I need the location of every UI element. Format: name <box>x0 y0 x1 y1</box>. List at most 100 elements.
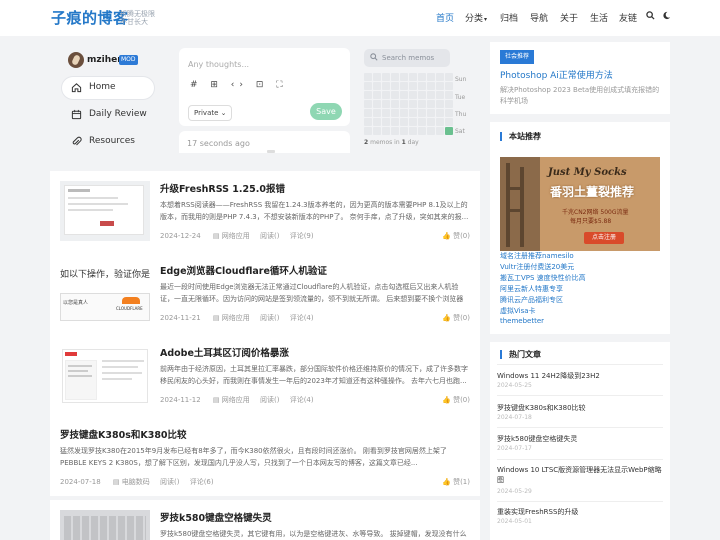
search-icon[interactable] <box>644 9 656 23</box>
heatmap-cell <box>382 100 390 108</box>
heatmap-cell <box>382 127 390 135</box>
post-category[interactable]: 网络应用 <box>222 396 250 404</box>
heatmap-cell <box>364 82 372 90</box>
heatmap-cell <box>427 91 435 99</box>
post-card[interactable]: 如以下操作，验证你是真 以您是真人 CLOUDFLARE Edge浏览器Clou… <box>50 253 480 335</box>
search-memos-input[interactable]: Search memos <box>364 49 450 67</box>
post-comments[interactable]: 评论(9) <box>290 232 314 240</box>
memos-menu-home[interactable]: Home <box>62 77 154 99</box>
day-label: Sun <box>455 76 467 83</box>
heatmap-cell <box>436 118 444 126</box>
scroll-handle[interactable] <box>267 150 275 153</box>
post-card[interactable]: 升级FreshRSS 1.25.0报错 本想着RSS阅读器——FreshRSS … <box>50 171 480 253</box>
post-meta: 2024-11-12 ▤ 网络应用 阅读() 评论(4) <box>160 396 314 404</box>
sidebar-link[interactable]: 腾讯云产品福利专区 <box>500 295 563 305</box>
post-comments[interactable]: 评论(4) <box>290 314 314 322</box>
nav-friends[interactable]: 友链 <box>619 11 637 24</box>
post-title[interactable]: 罗技k580键盘空格键失灵 <box>160 510 272 524</box>
nav-about[interactable]: 关于 <box>560 11 578 24</box>
heatmap-cell <box>418 91 426 99</box>
like-button[interactable]: 👍 赞(0) <box>442 395 470 405</box>
post-meta: 2024-07-18 ▤ 电脑数码 阅读() 评论(6) <box>60 478 214 486</box>
heatmap-cell <box>445 127 453 135</box>
widget-title: 本站推荐 <box>500 132 541 141</box>
post-meta: 2024-11-21 ▤ 网络应用 阅读() 评论(4) <box>160 314 314 322</box>
ad-description: 解决Photoshop 2023 Beta使用创成式填充报错的科学机场 <box>500 86 660 105</box>
hot-post-date: 2024-05-25 <box>497 382 532 389</box>
post-thumbnail[interactable] <box>60 181 150 241</box>
editor-toolbar[interactable]: # ⊞ ‹› ⊡ ⛶ <box>190 80 288 90</box>
moon-icon[interactable] <box>660 9 672 23</box>
post-category[interactable]: 电脑数码 <box>122 478 150 486</box>
heatmap-cell <box>436 73 444 81</box>
memos-menu-daily-review[interactable]: Daily Review <box>62 104 154 126</box>
role-badge: MOD <box>119 55 138 65</box>
save-button[interactable]: Save <box>310 103 342 120</box>
heatmap-cell <box>400 118 408 126</box>
day-label: Thu <box>455 111 467 118</box>
post-comments[interactable]: 评论(6) <box>190 478 214 486</box>
day-label: Sat <box>455 128 465 135</box>
nav-archive[interactable]: 归档 <box>500 11 518 24</box>
site-logo[interactable]: 子痕的博客 <box>51 7 129 28</box>
heatmap-cell <box>382 82 390 90</box>
heatmap-cell <box>364 127 372 135</box>
post-comments[interactable]: 评论(4) <box>290 396 314 404</box>
post-title[interactable]: Edge浏览器Cloudflare循环人机验证 <box>160 263 327 277</box>
post-card[interactable]: 罗技k580键盘空格键失灵 罗技k580键盘空格键失灵，其它键有用，以为是空格键… <box>50 500 480 540</box>
heatmap-cell <box>373 73 381 81</box>
post-category[interactable]: 网络应用 <box>222 232 250 240</box>
like-button[interactable]: 👍 赞(1) <box>442 477 470 487</box>
hot-post-link[interactable]: Windows 11 24H2降级到23H2 <box>497 371 663 381</box>
sidebar-link[interactable]: themebetter <box>500 317 544 325</box>
post-title[interactable]: 罗技键盘K380s和K380比较 <box>60 427 187 441</box>
heatmap-cell <box>373 91 381 99</box>
memo-input[interactable]: Any thoughts... <box>188 60 249 69</box>
day-label: Tue <box>455 94 466 101</box>
hot-post-link[interactable]: 罗技键盘K380s和K380比较 <box>497 403 663 413</box>
heatmap-cell <box>391 118 399 126</box>
sidebar-link[interactable]: 虚拟Visa卡 <box>500 306 536 316</box>
heatmap-cell <box>382 73 390 81</box>
post-card[interactable]: Adobe土耳其区订阅价格暴涨 前两年由于经济原因，土耳其里拉汇率暴跌，部分国际… <box>50 335 480 417</box>
nav-home[interactable]: 首页 <box>436 11 454 24</box>
post-meta: 2024-12-24 ▤ 网络应用 阅读() 评论(9) <box>160 232 314 240</box>
nav-category[interactable]: 分类▾ <box>465 11 487 24</box>
sidebar-link[interactable]: 阿里云新人特惠专享 <box>500 284 563 294</box>
post-thumbnail[interactable] <box>60 345 150 405</box>
post-thumbnail[interactable]: 如以下操作，验证你是真 以您是真人 CLOUDFLARE <box>60 263 150 323</box>
post-title[interactable]: Adobe土耳其区订阅价格暴涨 <box>160 345 289 359</box>
heatmap-cell <box>364 109 372 117</box>
hot-posts-widget: 热门文章 Windows 11 24H2降级到23H2 2024-05-25 罗… <box>490 342 670 540</box>
post-title[interactable]: 升级FreshRSS 1.25.0报错 <box>160 181 285 195</box>
sidebar-link[interactable]: 域名注册推荐namesilo <box>500 251 574 261</box>
memos-menu-resources[interactable]: Resources <box>62 131 154 153</box>
nav-guide[interactable]: 导航 <box>530 11 548 24</box>
ad-title-link[interactable]: Photoshop Ai正常使用方法 <box>500 68 613 81</box>
hot-post-link[interactable]: 重装实现FreshRSS的升级 <box>497 507 663 517</box>
calendar-icon <box>70 109 82 121</box>
sidebar-link[interactable]: 搬瓦工VPS 速度快性价比高 <box>500 273 586 283</box>
privacy-select[interactable]: Private ⌄ <box>188 105 232 121</box>
post-category[interactable]: 网络应用 <box>222 314 250 322</box>
heatmap-cell <box>364 100 372 108</box>
post-card[interactable]: 罗技键盘K380s和K380比较 猛然发现罗技K380在2015年9月发布已经有… <box>50 417 480 496</box>
sidebar-link[interactable]: Vultr注册付费送20美元 <box>500 262 574 272</box>
site-header: 子痕的博客 折腾无极限 不甘长大 首页 分类▾ 归档 导航 关于 生活 友链 <box>0 0 720 36</box>
heatmap-cell <box>373 100 381 108</box>
heatmap-cell <box>400 127 408 135</box>
hot-post-link[interactable]: Windows 10 LTSC版资源管理器无法显示WebP缩略图 <box>497 465 663 487</box>
heatmap-cell <box>400 100 408 108</box>
nav-life[interactable]: 生活 <box>590 11 608 24</box>
heatmap-cell <box>391 127 399 135</box>
promo-banner[interactable]: Just My Socks 番羽土薑裂推荐 千兆CN2网络 500G流量 每月只… <box>500 157 660 251</box>
hot-post-link[interactable]: 罗技k580键盘空格键失灵 <box>497 434 663 444</box>
heatmap-cell <box>445 73 453 81</box>
like-button[interactable]: 👍 赞(0) <box>442 231 470 241</box>
like-button[interactable]: 👍 赞(0) <box>442 313 470 323</box>
heatmap-cell <box>391 100 399 108</box>
post-excerpt: 猛然发现罗技K380在2015年9月发布已经有8年多了，而今K380依然很火，且… <box>60 447 447 467</box>
heatmap-cell <box>418 100 426 108</box>
home-icon <box>70 82 82 94</box>
post-thumbnail[interactable] <box>60 510 150 540</box>
